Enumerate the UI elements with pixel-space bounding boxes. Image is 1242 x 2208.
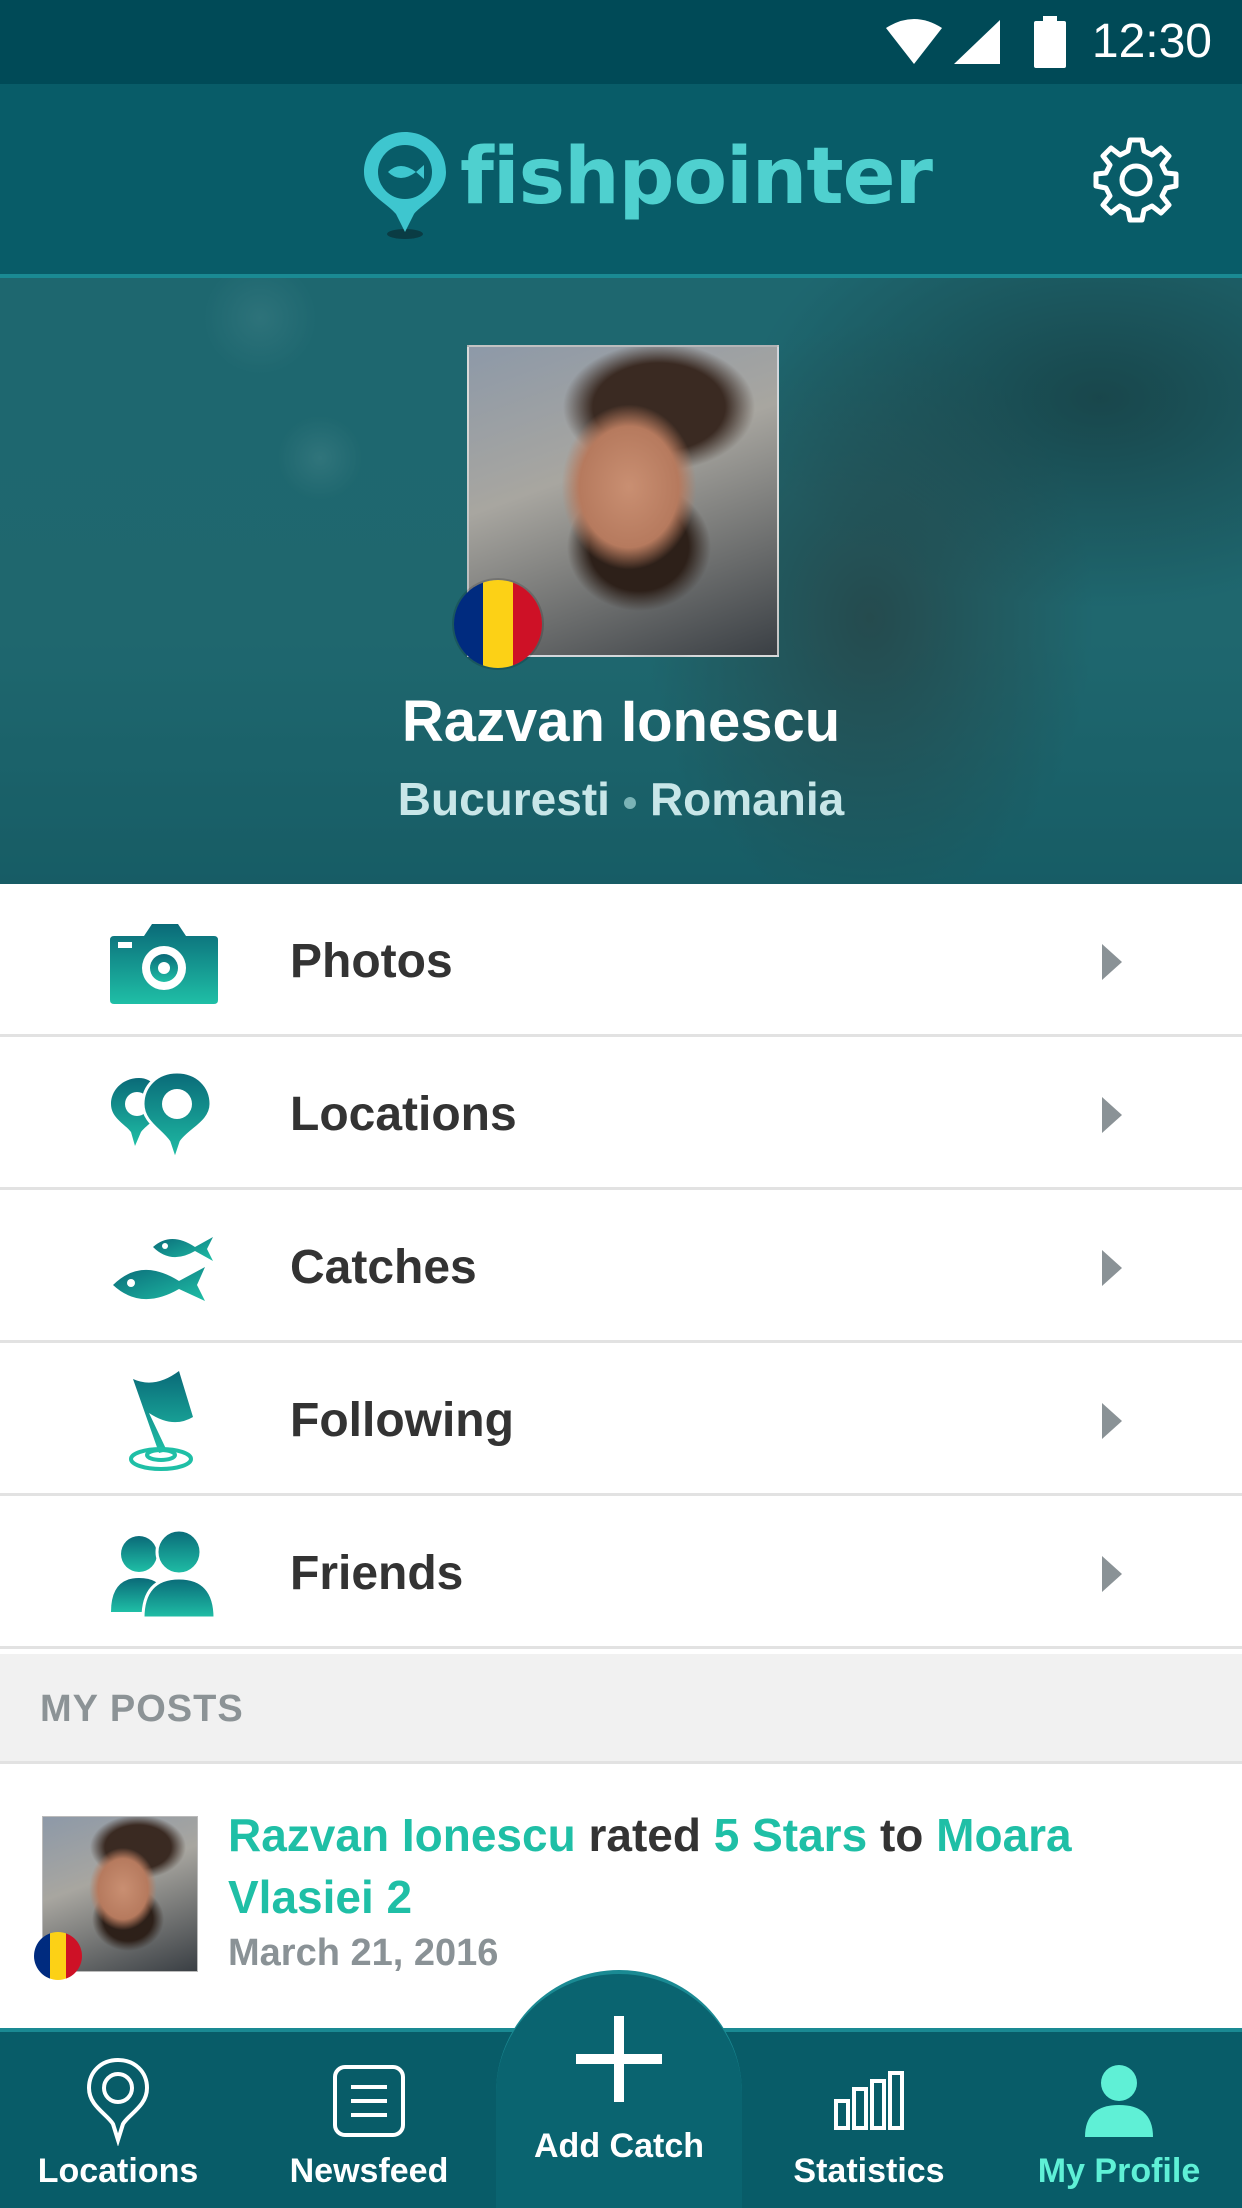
nav-item-my-profile[interactable]: My Profile	[1006, 2028, 1232, 2208]
settings-gear-icon[interactable]	[1090, 134, 1182, 226]
chevron-right-icon	[1102, 1556, 1122, 1592]
logo-text: fishpointer	[460, 132, 933, 222]
nav-label: Add Catch	[534, 2127, 704, 2165]
chevron-right-icon	[1102, 1250, 1122, 1286]
location-pin-icon	[83, 2056, 153, 2146]
profile-name: Razvan Ionescu	[401, 689, 841, 754]
chevron-right-icon	[1102, 944, 1122, 980]
menu-item-photos[interactable]: Photos	[0, 884, 1242, 1037]
profile-menu: Photos Locations Catches Following Frien…	[0, 884, 1242, 1649]
nav-label: Statistics	[793, 2152, 945, 2190]
profile-city: Bucuresti	[397, 773, 610, 825]
menu-item-label: Following	[290, 1394, 514, 1447]
menu-item-label: Catches	[290, 1241, 477, 1294]
app-bar: fishpointer	[0, 84, 1242, 278]
menu-item-following[interactable]: Following	[0, 1343, 1242, 1496]
chevron-right-icon	[1102, 1403, 1122, 1439]
nav-item-locations[interactable]: Locations	[0, 2028, 236, 2208]
menu-item-label: Friends	[290, 1547, 464, 1600]
status-time: 12:30	[1091, 15, 1212, 68]
nav-label: My Profile	[1037, 2152, 1201, 2190]
country-flag-icon	[452, 578, 544, 670]
nav-item-add-catch[interactable]: Add Catch	[506, 1986, 732, 2166]
nav-label: Newsfeed	[289, 2152, 449, 2190]
plus-icon	[574, 2006, 664, 2111]
menu-item-friends[interactable]: Friends	[0, 1496, 1242, 1649]
signal-icon	[954, 20, 1000, 64]
chevron-right-icon	[1102, 1097, 1122, 1133]
profile-country: Romania	[649, 773, 845, 825]
profile-location: Bucuresti Romania	[0, 772, 1242, 826]
status-bar: 12:30	[0, 0, 1242, 84]
logo-pin-icon	[364, 132, 446, 239]
wifi-icon	[886, 19, 942, 64]
friends-icon	[104, 1526, 224, 1622]
bar-chart-icon	[833, 2056, 905, 2146]
post-date: March 21, 2016	[228, 1932, 499, 1974]
camera-icon	[104, 914, 224, 1010]
nav-item-newsfeed[interactable]: Newsfeed	[256, 2028, 482, 2208]
menu-item-label: Locations	[290, 1088, 517, 1141]
section-title: MY POSTS	[40, 1688, 244, 1730]
person-icon	[1083, 2056, 1155, 2146]
nav-label: Locations	[37, 2152, 199, 2190]
fish-icon	[104, 1220, 224, 1316]
flag-pin-icon	[104, 1371, 224, 1471]
menu-item-catches[interactable]: Catches	[0, 1190, 1242, 1343]
location-pins-icon	[104, 1067, 224, 1163]
my-posts-header: MY POSTS	[0, 1654, 1242, 1764]
country-flag-icon	[34, 1932, 82, 1980]
post-verb: rated	[588, 1809, 701, 1861]
post-text: Razvan Ionescu rated 5 Stars to Moara Vl…	[228, 1804, 1128, 1928]
nav-item-statistics[interactable]: Statistics	[756, 2028, 982, 2208]
battery-icon	[1034, 16, 1066, 68]
menu-item-locations[interactable]: Locations	[0, 1037, 1242, 1190]
newsfeed-icon	[331, 2056, 407, 2146]
separator-dot	[623, 796, 636, 809]
post-rating: 5 Stars	[713, 1809, 868, 1861]
profile-header: Razvan Ionescu Bucuresti Romania	[0, 278, 1242, 884]
post-user-link[interactable]: Razvan Ionescu	[228, 1809, 576, 1861]
app-logo: fishpointer	[360, 124, 933, 244]
menu-item-label: Photos	[290, 935, 453, 988]
post-preposition: to	[879, 1809, 924, 1861]
